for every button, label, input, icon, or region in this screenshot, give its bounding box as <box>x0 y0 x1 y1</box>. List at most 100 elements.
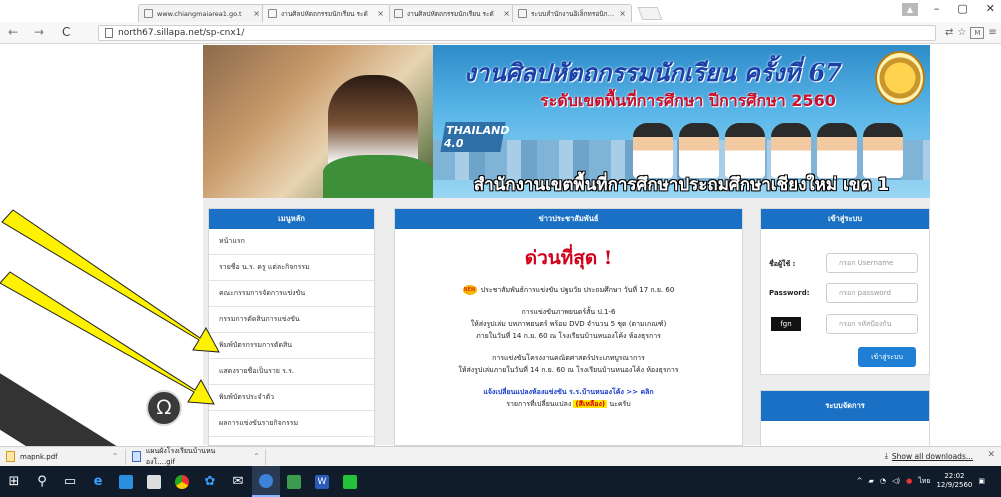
news-line: ให้ส่งรูปเล่ม บทภาพยนตร์ พร้อม DVD จำนวน… <box>470 320 667 328</box>
news-headline: ด่วนที่สุด ! <box>524 247 613 269</box>
download-filename: mapnk.pdf <box>20 452 58 461</box>
menu-item[interactable]: ผลการแข่งขันรายกิจกรรม <box>209 411 374 437</box>
windows-taskbar: ⊞ ⚲ ▭ e ✿ ✉ W ^ ▰ ◔ ◁) ● ไทย 22:02 12/9/… <box>0 466 1001 497</box>
news-line[interactable]: ประชาสัมพันธ์การแข่งขัน ปฐมวัย ประถมศึกษ… <box>481 286 675 294</box>
tab-title: งานศิลปหัตถกรรมนักเรียน ระดั <box>407 9 494 18</box>
browser-tab-active[interactable]: งานศิลปหัตถกรรมนักเรียน ระดั × <box>262 4 390 22</box>
page-favicon-icon <box>144 9 153 18</box>
tab-title: www.chiangmaiarea1.go.t <box>157 9 242 18</box>
close-icon[interactable]: × <box>377 9 384 18</box>
close-icon[interactable]: ✕ <box>987 450 995 460</box>
clock-date: 12/9/2560 <box>936 481 973 489</box>
chevron-up-icon[interactable]: ^ <box>254 453 259 460</box>
show-all-downloads-link[interactable]: ⤓ Show all downloads... <box>885 451 973 461</box>
menu-item[interactable]: รายชื่อ น.ร. ครู แต่ละกิจกรรม <box>209 255 374 281</box>
profile-badge[interactable]: M <box>970 27 985 39</box>
back-icon[interactable]: ← <box>8 25 18 39</box>
photos-icon[interactable] <box>280 466 308 497</box>
new-tab-button[interactable] <box>637 7 663 20</box>
tab-title: งานศิลปหัตถกรรมนักเรียน ระดั <box>281 9 368 18</box>
password-label: Password: <box>769 289 810 297</box>
banner-craft-photo <box>323 155 433 198</box>
volume-icon[interactable]: ◁) <box>892 477 900 485</box>
captcha-input[interactable]: กรอก รหัสป้องกัน <box>826 314 918 334</box>
browser-tab[interactable]: www.chiangmaiarea1.go.t × <box>138 4 266 22</box>
downloads-bar: mapnk.pdf ^ แผนผังโรงเรียนบ้านหนองโ....g… <box>0 446 1001 466</box>
browser-tab[interactable]: ระบบสำนักงานอิเล็กทรอนิกส์ ร × <box>512 4 632 22</box>
captcha-image: fgn <box>771 317 801 331</box>
forward-icon[interactable]: → <box>34 25 44 39</box>
site-banner: งานศิลปหัตถกรรมนักเรียน ครั้งที่ 67 ระดั… <box>203 45 930 198</box>
mourning-ribbon-icon: ᘯ <box>146 390 182 426</box>
minimize-icon[interactable]: – <box>934 2 940 15</box>
menu-icon[interactable]: ≡ <box>988 27 996 39</box>
download-item[interactable]: แผนผังโรงเรียนบ้านหนองโ....gif ^ <box>126 447 266 466</box>
highlight-label: (สีเหลือง) <box>573 400 608 408</box>
banner-title: งานศิลปหัตถกรรมนักเรียน ครั้งที่ 67 <box>464 58 842 87</box>
page-favicon-icon <box>268 9 277 18</box>
start-icon[interactable]: ⊞ <box>0 466 28 497</box>
translate-icon[interactable]: ⇄ <box>945 27 953 39</box>
store-icon[interactable] <box>112 466 140 497</box>
news-line: การแข่งขันภาพยนตร์สั้น ป.1-6 <box>521 308 616 316</box>
browser-tabstrip: www.chiangmaiarea1.go.t × งานศิลปหัตถกรร… <box>0 0 1001 22</box>
mail-icon[interactable]: ✉ <box>224 466 252 497</box>
banner-office-name: สำนักงานเขตพื้นที่การศึกษาประถมศึกษาเชีย… <box>473 175 890 195</box>
login-button[interactable]: เข้าสู่ระบบ <box>858 347 916 367</box>
username-input[interactable]: กรอก Username <box>826 253 918 273</box>
line-icon[interactable] <box>336 466 364 497</box>
password-input[interactable]: กรอก password <box>826 283 918 303</box>
banner-cartoon-students <box>633 123 903 178</box>
login-header: เข้าสู่ระบบ <box>761 209 929 229</box>
chrome-active-icon[interactable] <box>252 466 280 497</box>
menu-item[interactable]: แสดงรายชื่อเป็นราย ร.ร. <box>209 359 374 385</box>
tab-title: ระบบสำนักงานอิเล็กทรอนิกส์ ร <box>531 9 616 18</box>
profile-icon[interactable]: ▲ <box>902 3 918 16</box>
new-badge-icon: NEW <box>462 285 477 295</box>
menu-item-print-judge-cards[interactable]: พิมพ์บัตรกรรมการตัดสิน <box>209 333 374 359</box>
network-icon[interactable]: ▰ <box>868 477 873 485</box>
main-menu-panel: เมนูหลัก หน้าแรก รายชื่อ น.ร. ครู แต่ละก… <box>208 208 375 446</box>
notification-icon[interactable]: ▣ <box>978 477 985 485</box>
image-file-icon <box>132 451 141 462</box>
browser-extensions: ⇄ ☆ M ≡ <box>945 27 997 39</box>
menu-item[interactable]: กรรมการตัดสินการแข่งขัน <box>209 307 374 333</box>
wifi-icon[interactable]: ◔ <box>880 477 886 485</box>
language-indicator[interactable]: ไทย <box>918 476 930 487</box>
system-tray: ^ ▰ ◔ ◁) ● ไทย 22:02 12/9/2560 ▣ <box>857 472 985 490</box>
room-change-link[interactable]: แจ้งเปลี่ยนแปลงห้องแข่งขัน ร.ร.บ้านหนองโ… <box>395 387 742 397</box>
search-icon[interactable]: ⚲ <box>28 466 56 497</box>
chevron-up-icon[interactable]: ^ <box>857 477 863 485</box>
banner-subtitle: ระดับเขตพื้นที่การศึกษา ปีการศึกษา 2560 <box>540 91 836 110</box>
office-seal-icon <box>875 51 925 105</box>
news-line: ภายในวันที่ 14 ก.ย. 60 ณ โรงเรียนบ้านหนอ… <box>476 332 661 340</box>
menu-item[interactable]: หน้าแรก <box>209 229 374 255</box>
address-bar[interactable]: north67.sillapa.net/sp-cnx1/ <box>98 25 936 41</box>
close-icon[interactable]: × <box>619 9 626 18</box>
security-icon[interactable]: ● <box>906 477 912 485</box>
word-icon[interactable]: W <box>308 466 336 497</box>
edge-icon[interactable]: e <box>84 466 112 497</box>
menu-item[interactable]: คณะกรรมการจัดการแข่งขัน <box>209 281 374 307</box>
close-icon[interactable]: × <box>253 9 260 18</box>
login-panel: เข้าสู่ระบบ ชื่อผู้ใช้ : กรอก Username P… <box>760 208 930 375</box>
task-view-icon[interactable]: ▭ <box>56 466 84 497</box>
page-favicon-icon <box>394 9 403 18</box>
username-label: ชื่อผู้ใช้ : <box>769 260 796 268</box>
download-icon: ⤓ <box>884 451 888 460</box>
page-favicon-icon <box>518 9 527 18</box>
close-icon[interactable]: × <box>503 9 510 18</box>
chevron-up-icon[interactable]: ^ <box>113 453 118 460</box>
store-bag-icon[interactable] <box>140 466 168 497</box>
browser-tab[interactable]: งานศิลปหัตถกรรมนักเรียน ระดั × <box>388 4 516 22</box>
close-window-icon[interactable]: ✕ <box>986 2 995 15</box>
download-item[interactable]: mapnk.pdf ^ <box>0 448 126 465</box>
bookmark-star-icon[interactable]: ☆ <box>957 27 966 39</box>
maximize-icon[interactable]: ▢ <box>957 2 967 15</box>
settings-icon[interactable]: ✿ <box>196 466 224 497</box>
reload-icon[interactable]: C <box>62 25 70 39</box>
chrome-icon[interactable] <box>168 466 196 497</box>
screen: { "browser": { "tabs": [ {"title": "www.… <box>0 0 1001 497</box>
clock[interactable]: 22:02 12/9/2560 <box>936 472 972 490</box>
menu-item-print-id-cards[interactable]: พิมพ์บัตรประจำตัว <box>209 385 374 411</box>
